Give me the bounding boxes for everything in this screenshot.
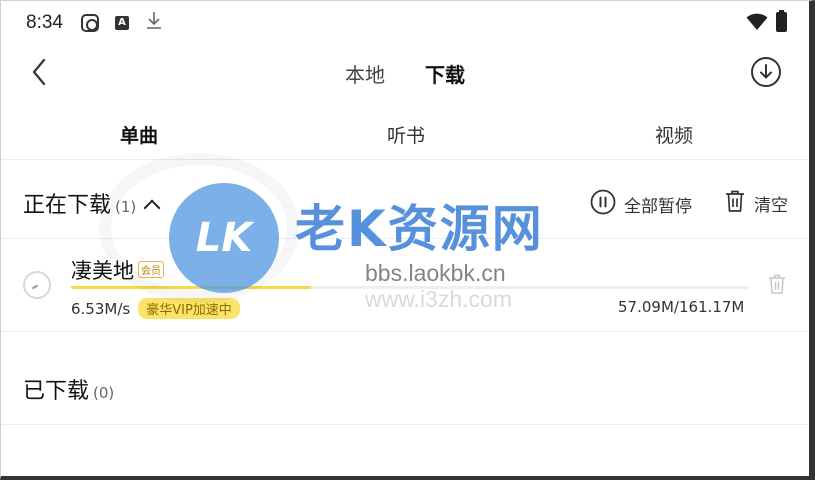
divider (1, 159, 809, 160)
song-name: 凄美地 会员 (71, 255, 164, 285)
speed-line: 6.53M/s 豪华VIP加速中 (71, 298, 240, 319)
subtab-songs[interactable]: 单曲 (120, 121, 158, 148)
a-icon: A (115, 16, 129, 30)
status-time: 8:34 (26, 12, 63, 33)
top-tabs: 本地 下载 (1, 59, 809, 88)
download-row[interactable]: 凄美地 会员 6.53M/s 豪华VIP加速中 57.09M/161.17M (1, 239, 809, 331)
wifi-icon (746, 13, 768, 35)
subtab-audiobooks[interactable]: 听书 (387, 121, 425, 148)
download-progress-bar (71, 286, 749, 289)
divider (1, 331, 809, 332)
status-bar: 8:34 A (1, 1, 809, 45)
trash-icon (724, 189, 746, 218)
downloaded-label: 已下载 (23, 379, 90, 404)
downloading-title[interactable]: 正在下载 (1) (23, 187, 161, 219)
pause-circle-icon (590, 189, 616, 220)
tab-local[interactable]: 本地 (345, 59, 385, 88)
divider (1, 424, 809, 425)
download-speed: 6.53M/s (71, 300, 131, 318)
top-header: 本地 下载 (1, 45, 809, 101)
member-badge: 会员 (138, 260, 164, 278)
clear-button[interactable]: 清空 (724, 189, 788, 218)
downloading-label: 正在下载 (23, 193, 112, 218)
download-circle-icon[interactable] (750, 56, 782, 88)
pause-all-label: 全部暂停 (624, 197, 692, 217)
download-size: 57.09M/161.17M (618, 298, 745, 316)
pause-all-button[interactable]: 全部暂停 (590, 189, 692, 220)
tab-download[interactable]: 下载 (425, 59, 465, 88)
downloaded-count: (0) (93, 384, 115, 402)
loading-spinner-icon[interactable] (23, 271, 51, 299)
downloaded-section: 已下载 (0) (1, 347, 809, 423)
sub-tabs: 单曲 听书 视频 (1, 111, 809, 159)
downloading-count: (1) (115, 198, 137, 216)
battery-icon (776, 10, 787, 32)
downloading-section: 正在下载 (1) 全部暂停 清空 (1, 163, 809, 239)
vip-speedup-badge: 豪华VIP加速中 (138, 298, 240, 319)
chevron-up-icon (143, 199, 161, 217)
download-arrow-icon (146, 11, 164, 29)
app-window: 8:34 A 本地 下载 单曲 听书 视频 正在下载 (1) 全部暂停 清空 凄… (0, 0, 815, 480)
delete-item-icon[interactable] (767, 273, 787, 299)
app-icon (81, 14, 99, 32)
song-title: 凄美地 (71, 259, 134, 283)
downloaded-title[interactable]: 已下载 (0) (23, 373, 114, 405)
progress-fill (71, 286, 311, 289)
subtab-videos[interactable]: 视频 (655, 121, 693, 148)
clear-label: 清空 (754, 196, 788, 216)
